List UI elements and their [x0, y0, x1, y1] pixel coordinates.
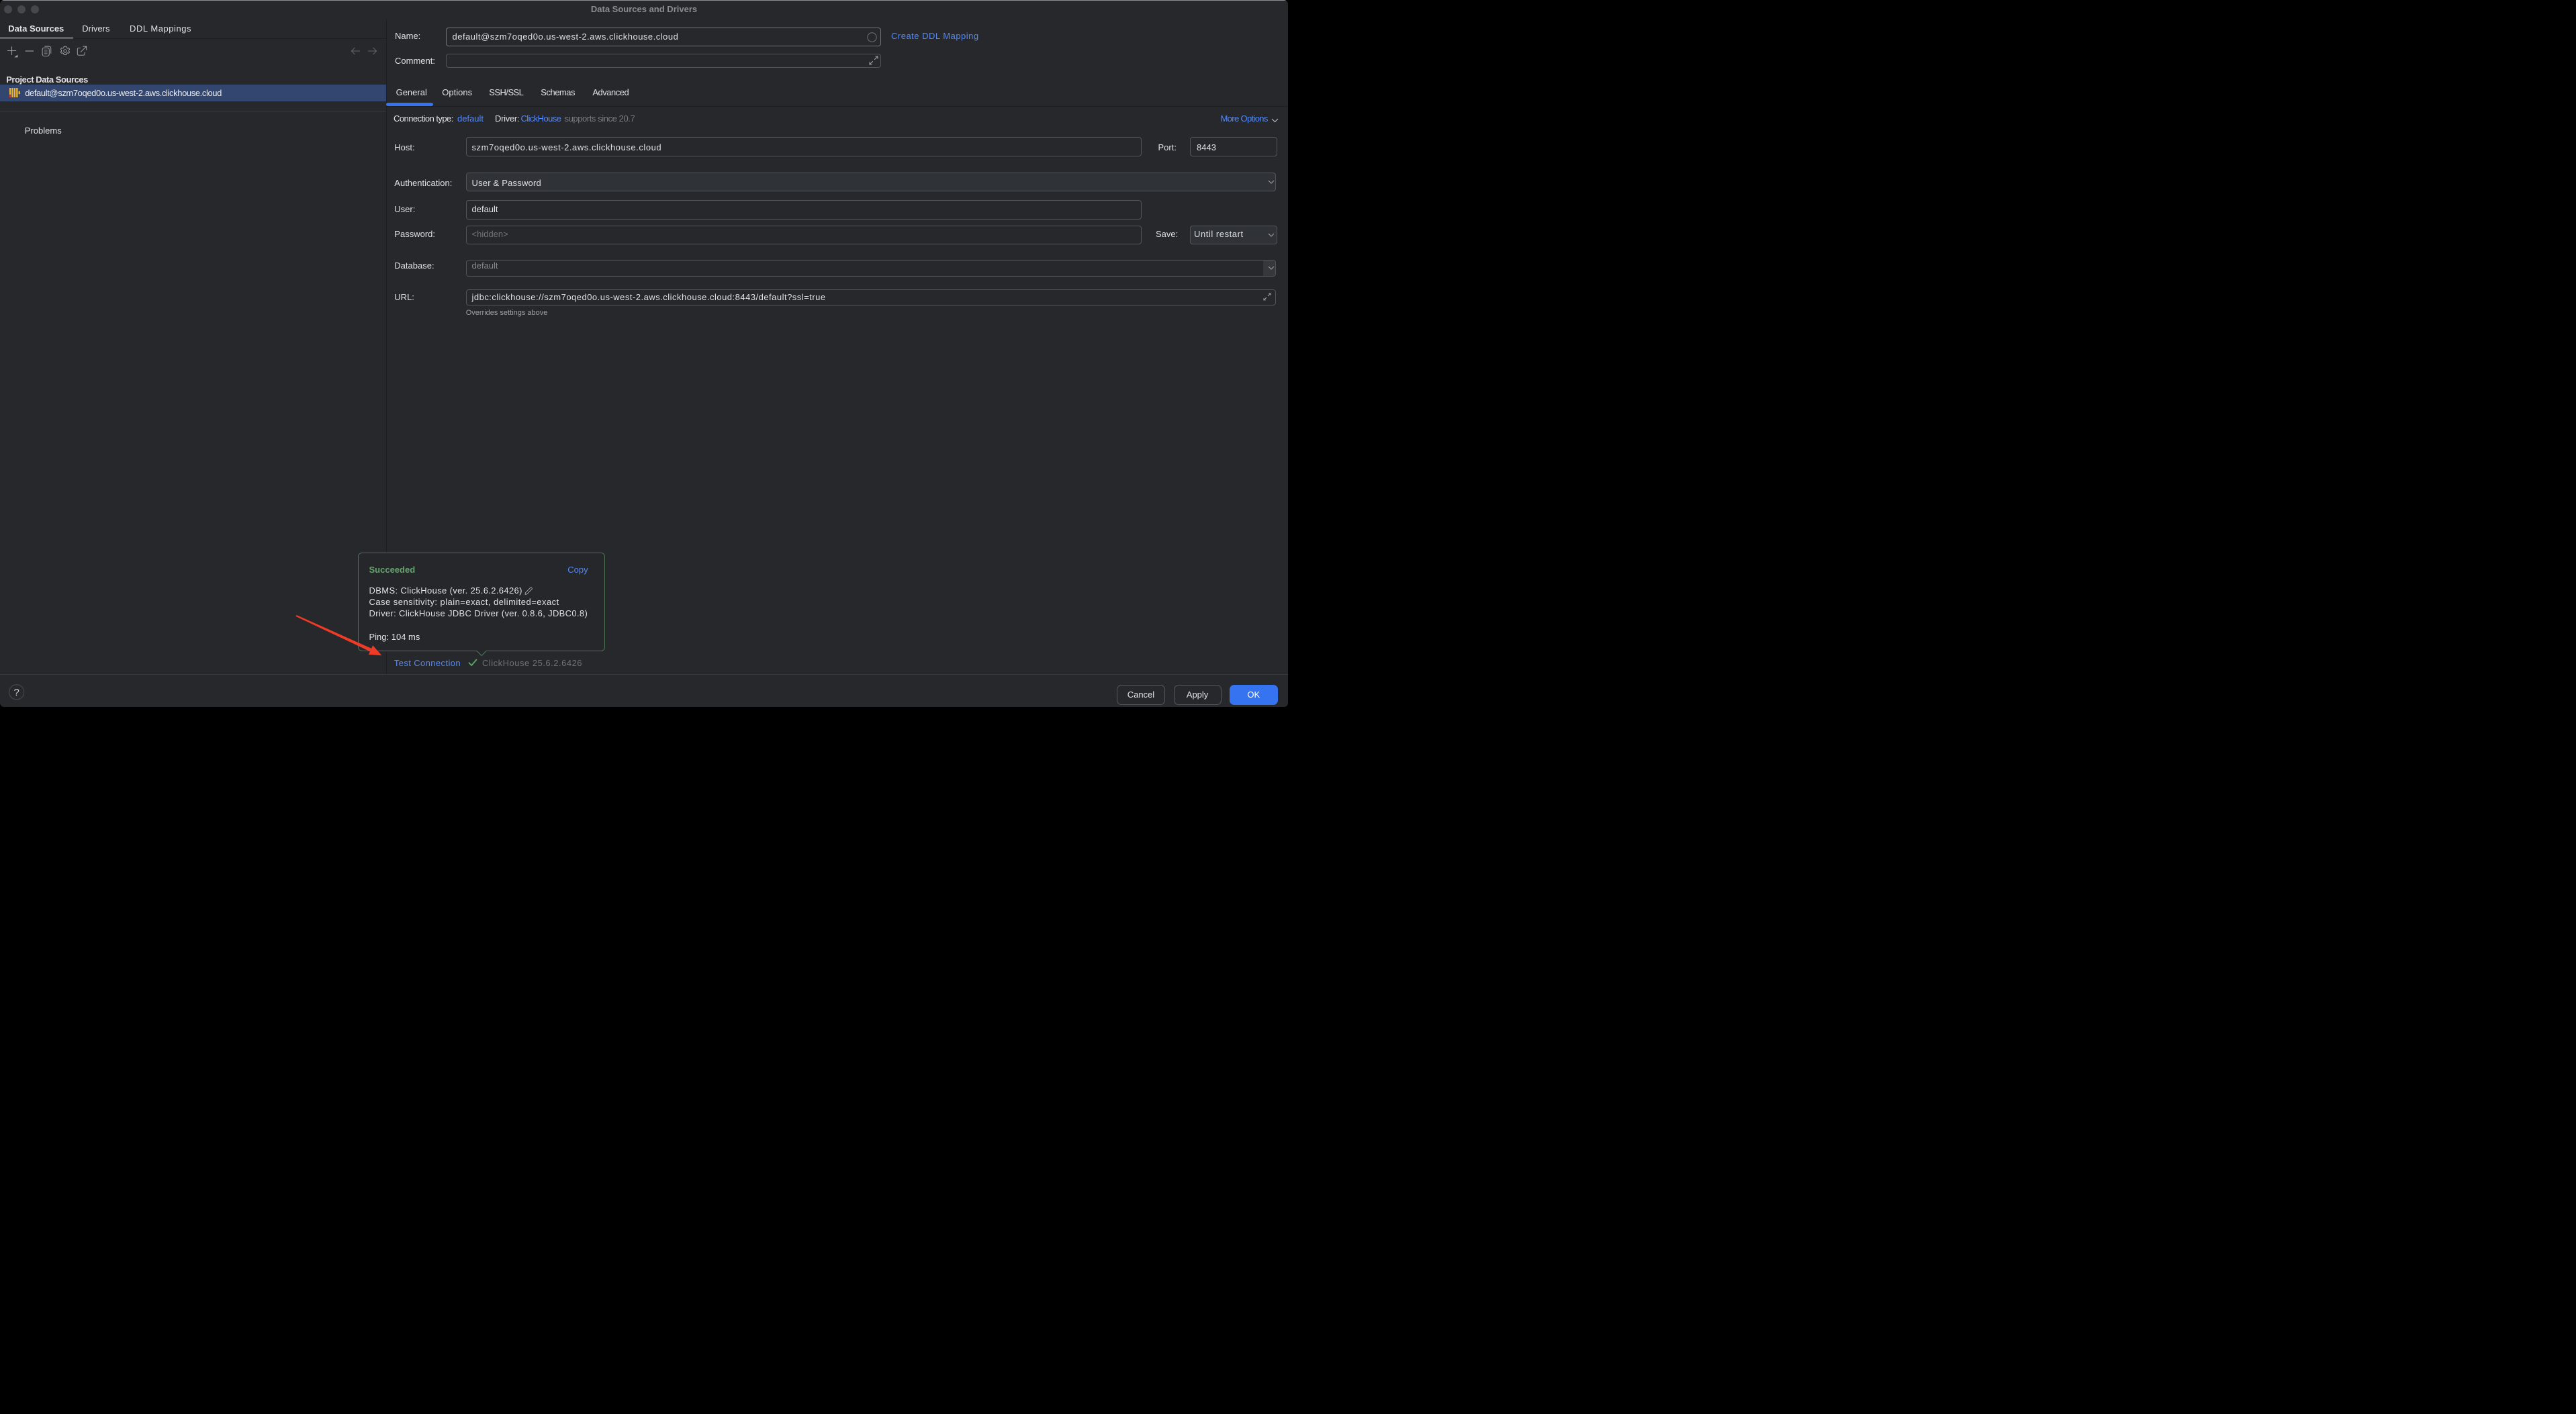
- svg-text:?: ?: [13, 687, 19, 698]
